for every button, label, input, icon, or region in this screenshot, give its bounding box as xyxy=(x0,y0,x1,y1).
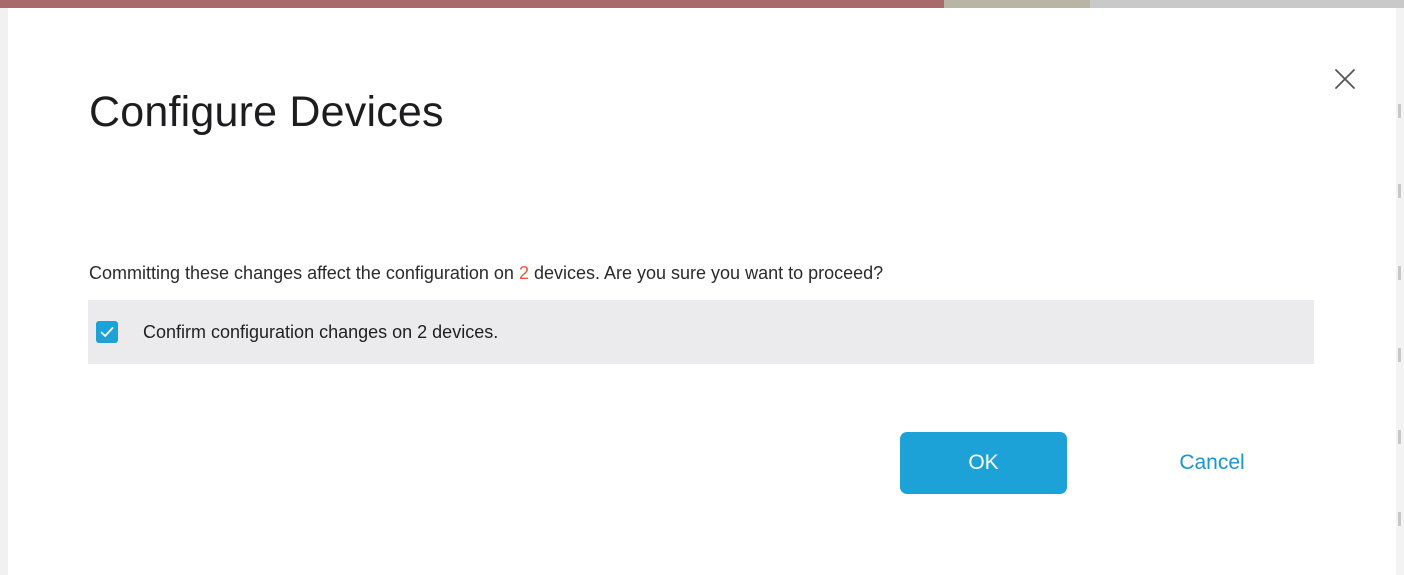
check-icon xyxy=(100,327,114,337)
device-count: 2 xyxy=(518,263,529,283)
cancel-button[interactable]: Cancel xyxy=(1146,432,1278,494)
confirm-label[interactable]: Confirm configuration changes on 2 devic… xyxy=(143,322,498,343)
background-strip-segment xyxy=(944,0,1090,8)
message-text-after: devices. Are you sure you want to procee… xyxy=(528,263,884,283)
confirmation-message: Committing these changes affect the conf… xyxy=(89,263,883,284)
background-edge-tick xyxy=(1398,104,1401,118)
background-strip-segment xyxy=(0,0,944,8)
background-edge-tick xyxy=(1398,512,1401,526)
background-left-edge xyxy=(0,8,8,575)
ok-button[interactable]: OK xyxy=(900,432,1067,494)
background-strip-segment xyxy=(1090,0,1404,8)
dialog-title: Configure Devices xyxy=(89,88,444,136)
background-right-edge xyxy=(1396,8,1404,575)
background-edge-tick xyxy=(1398,430,1401,444)
close-button[interactable] xyxy=(1326,60,1364,98)
background-edge-tick xyxy=(1398,266,1401,280)
background-window-strip xyxy=(0,0,1404,8)
confirm-checkbox[interactable] xyxy=(96,321,118,343)
confirm-row: Confirm configuration changes on 2 devic… xyxy=(88,300,1314,364)
configure-devices-dialog: Configure Devices Committing these chang… xyxy=(8,8,1396,575)
background-edge-tick xyxy=(1398,348,1401,362)
background-edge-tick xyxy=(1398,184,1401,198)
close-icon xyxy=(1335,69,1355,89)
message-text-before: Committing these changes affect the conf… xyxy=(89,263,519,283)
